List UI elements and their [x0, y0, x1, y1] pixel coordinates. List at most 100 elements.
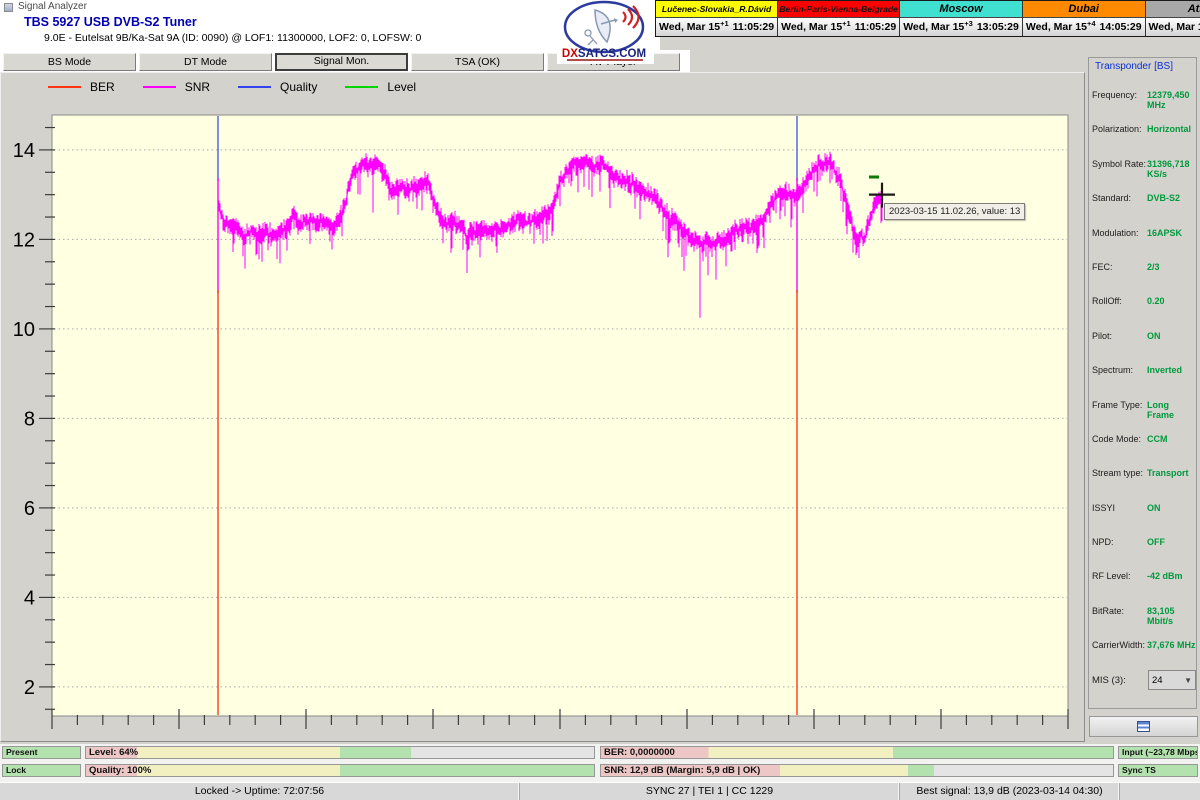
- svg-text:DXSATCS.COM: DXSATCS.COM: [562, 48, 646, 60]
- field-label: Standard:: [1092, 193, 1132, 204]
- field-value: Long Frame: [1147, 399, 1175, 420]
- field-value: OFF: [1147, 537, 1165, 548]
- transponder-row: RollOff: 0.20: [1092, 296, 1196, 330]
- tab-dt-mode[interactable]: DT Mode: [139, 53, 272, 71]
- clock-city: Berlin-Paris-Vienna-Belgrade: [778, 1, 900, 18]
- legend-line-icon: [142, 86, 176, 88]
- logo-rest: SATCS.COM: [578, 48, 646, 60]
- legend-line-icon: [345, 86, 379, 88]
- field-value: DVB-S2: [1147, 193, 1181, 204]
- transponder-row: BitRate: 83,105 Mbit/s: [1092, 606, 1196, 640]
- clock-city: Dubai: [1022, 1, 1145, 18]
- transponder-row: Frame Type: Long Frame: [1092, 400, 1196, 434]
- field-label: CarrierWidth:: [1092, 640, 1146, 651]
- app-icon: [4, 3, 13, 12]
- field-value: 2/3: [1147, 261, 1160, 272]
- status-lock-uptime: Locked -> Uptime: 72:07:56: [0, 783, 520, 800]
- satellite-dish-icon: DXSATCS.COM: [562, 0, 646, 61]
- transponder-row: Standard: DVB-S2: [1092, 193, 1196, 227]
- window-title: Signal Analyzer: [18, 1, 87, 12]
- status-best-signal: Best signal: 13,9 dB (2023-03-14 04:30): [900, 783, 1120, 800]
- clock-time: Wed, Mar 15 +3 13:05:29: [900, 18, 1022, 36]
- stream-list-button[interactable]: [1089, 716, 1198, 737]
- field-value: Inverted: [1147, 365, 1183, 376]
- legend-item-level: Level: [345, 80, 416, 94]
- legend-item-snr: SNR: [142, 80, 211, 94]
- field-value: ON: [1147, 502, 1161, 513]
- stream-list-icon: [1137, 721, 1150, 732]
- field-label: FEC:: [1092, 261, 1113, 272]
- transponder-row: Polarization: Horizontal: [1092, 124, 1196, 158]
- tuner-title: TBS 5927 USB DVB-S2 Tuner: [24, 15, 197, 29]
- clock-dubai: Dubai Wed, Mar 15 +4 14:05:29: [1022, 1, 1146, 36]
- transponder-row: FEC: 2/3: [1092, 262, 1196, 296]
- tuner-subtitle: 9.0E - Eutelsat 9B/Ka-Sat 9A (ID: 0090) …: [44, 32, 422, 44]
- clock-athens: AthensWed, Mar 15+212:05:29: [1145, 1, 1200, 36]
- clock-lu-enec-slovakia-r-d-vid: Lučenec-Slovakia_R.Dávid Wed, Mar 15 +1 11:…: [656, 1, 779, 36]
- transponder-row: Pilot: ON: [1092, 331, 1196, 365]
- field-value: 12379,450 MHz: [1147, 90, 1190, 110]
- mis-value: 24: [1152, 674, 1163, 686]
- field-label: BitRate:: [1092, 605, 1125, 616]
- chart-tooltip: 2023-03-15 11.02.26, value: 13: [884, 203, 1026, 220]
- field-value: -42 dBm: [1147, 571, 1183, 582]
- field-value: 16APSK: [1147, 227, 1183, 238]
- mis-dropdown[interactable]: 24 ▼: [1148, 670, 1196, 690]
- field-label: RF Level:: [1092, 571, 1131, 582]
- field-value: 83,105 Mbit/s: [1147, 605, 1175, 626]
- transponder-panel: Transponder [BS] Frequency: 12379,450 MHz…: [1085, 47, 1200, 744]
- tab-bs-mode[interactable]: BS Mode: [3, 53, 136, 71]
- signal-monitor-panel: [0, 72, 1085, 742]
- field-label: Frequency:: [1092, 90, 1138, 100]
- meter-strip: Present Level: 64% BER: 0,0000000 Input (~2…: [0, 744, 1200, 782]
- field-label: NPD:: [1092, 537, 1114, 548]
- clock-moscow: Moscow Wed, Mar 15 +3 13:05:29: [900, 1, 1023, 36]
- transponder-row: ISSYI ON: [1092, 503, 1196, 537]
- chevron-down-icon: ▼: [1184, 675, 1192, 685]
- mis-label: MIS (3):: [1092, 674, 1126, 686]
- legend-label: Quality: [280, 80, 318, 94]
- clock-time: Wed, Mar 15 +4 14:05:29: [1022, 18, 1145, 36]
- transponder-row: Code Mode: CCM: [1092, 434, 1196, 468]
- field-value: Horizontal: [1147, 124, 1191, 135]
- tab-signal-mon-[interactable]: Signal Mon.: [275, 53, 408, 71]
- meter-input-23-78-mbps-: Input (~23,78 Mbps): [1118, 746, 1198, 759]
- legend-item-quality: Quality: [238, 80, 317, 94]
- transponder-row: Spectrum: Inverted: [1092, 365, 1196, 399]
- legend-label: BER: [90, 80, 115, 94]
- meter-level: Level: 64%: [85, 746, 595, 759]
- field-value: 31396,718 KS/s: [1147, 158, 1190, 179]
- legend-label: SNR: [184, 80, 211, 94]
- clock-time: Wed, Mar 15 +1 11:05:29: [656, 18, 778, 36]
- legend-line-icon: [238, 86, 272, 88]
- clock-time: Wed, Mar 15 +1 11:05:29: [778, 18, 900, 36]
- tab-tsa-ok-[interactable]: TSA (OK): [411, 53, 544, 71]
- field-value: 0.20: [1147, 296, 1165, 307]
- world-clocks: Lučenec-Slovakia_R.Dávid Wed, Mar 15 +1 11:…: [655, 0, 1200, 37]
- meter-sync-ts: Sync TS: [1118, 764, 1198, 777]
- field-label: Frame Type:: [1092, 399, 1143, 410]
- transponder-row: NPD: OFF: [1092, 537, 1196, 571]
- meter-ber: BER: 0,0000000: [600, 746, 1114, 759]
- chart-legend: BER SNR Quality Level: [48, 80, 416, 94]
- field-label: ISSYI: [1092, 502, 1116, 513]
- field-label: Modulation:: [1092, 227, 1139, 238]
- logo-dx: DX: [562, 48, 578, 60]
- clock-city: Moscow: [900, 1, 1022, 18]
- field-label: Symbol Rate:: [1092, 158, 1147, 169]
- transponder-row: Stream type: Transport: [1092, 468, 1196, 502]
- status-sync-counters: SYNC 27 | TEI 1 | CC 1229: [520, 783, 900, 800]
- field-label: Polarization:: [1092, 124, 1142, 135]
- legend-label: Level: [387, 80, 417, 94]
- clock-city: Athens: [1145, 1, 1200, 18]
- field-label: Spectrum:: [1092, 365, 1134, 376]
- field-label: RollOff:: [1092, 296, 1122, 307]
- legend-item-ber: BER: [48, 80, 115, 94]
- transponder-row: Frequency: 12379,450 MHz: [1092, 90, 1196, 124]
- transponder-row: RF Level: -42 dBm: [1092, 571, 1196, 605]
- transponder-fields: Frequency: 12379,450 MHz Polarization: Hori…: [1092, 90, 1196, 675]
- dxsatcs-logo: DXSATCS.COM: [557, 0, 654, 64]
- field-value: Transport: [1147, 468, 1189, 479]
- field-value: CCM: [1147, 433, 1168, 444]
- meter-present: Present: [2, 746, 81, 759]
